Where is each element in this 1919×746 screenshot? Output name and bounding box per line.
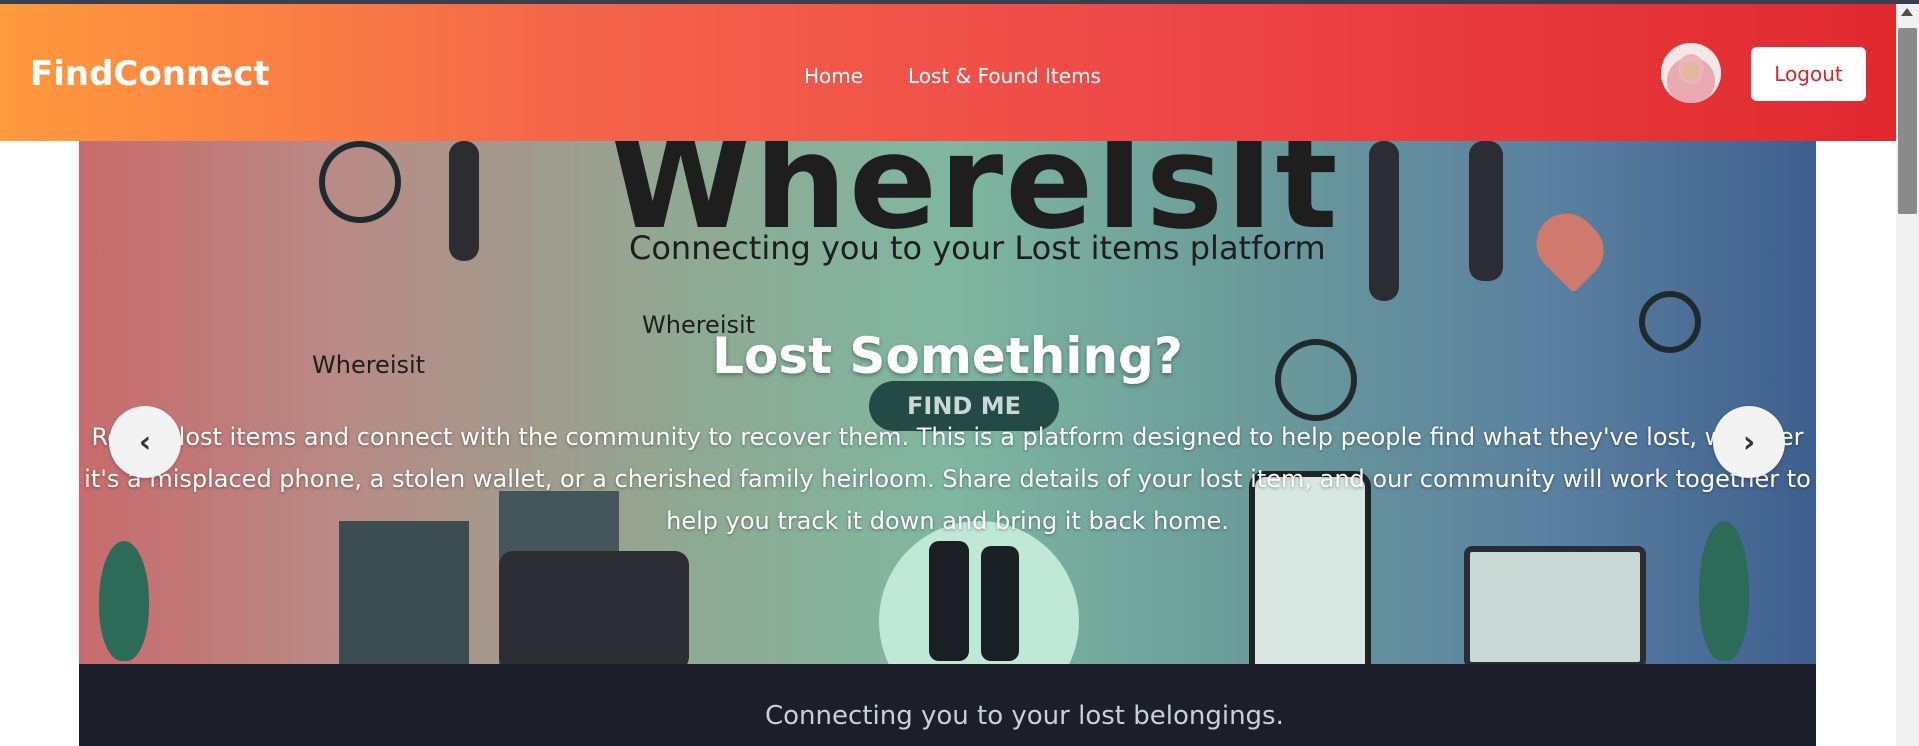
hero-description: Report lost items and connect with the c… bbox=[84, 423, 1811, 535]
chevron-left-icon: ‹ bbox=[138, 424, 152, 460]
user-avatar[interactable] bbox=[1661, 43, 1721, 103]
hero-content: Lost Something? Report lost items and co… bbox=[79, 141, 1816, 746]
nav-link-lost-found[interactable]: Lost & Found Items bbox=[908, 64, 1101, 88]
chevron-right-icon: › bbox=[1742, 424, 1756, 460]
carousel-next-button[interactable]: › bbox=[1713, 406, 1785, 478]
brand-logo[interactable]: FindConnect bbox=[30, 54, 270, 94]
avatar-image bbox=[1661, 43, 1721, 103]
scroll-up-arrow-icon[interactable] bbox=[1901, 8, 1913, 16]
carousel-prev-button[interactable]: ‹ bbox=[109, 406, 181, 478]
nav-link-home[interactable]: Home bbox=[804, 64, 863, 88]
scrollbar-thumb[interactable] bbox=[1898, 28, 1917, 214]
navbar: FindConnect Home Lost & Found Items Logo… bbox=[0, 4, 1896, 141]
hero-title: Lost Something? bbox=[712, 327, 1183, 385]
logout-button[interactable]: Logout bbox=[1751, 47, 1866, 101]
